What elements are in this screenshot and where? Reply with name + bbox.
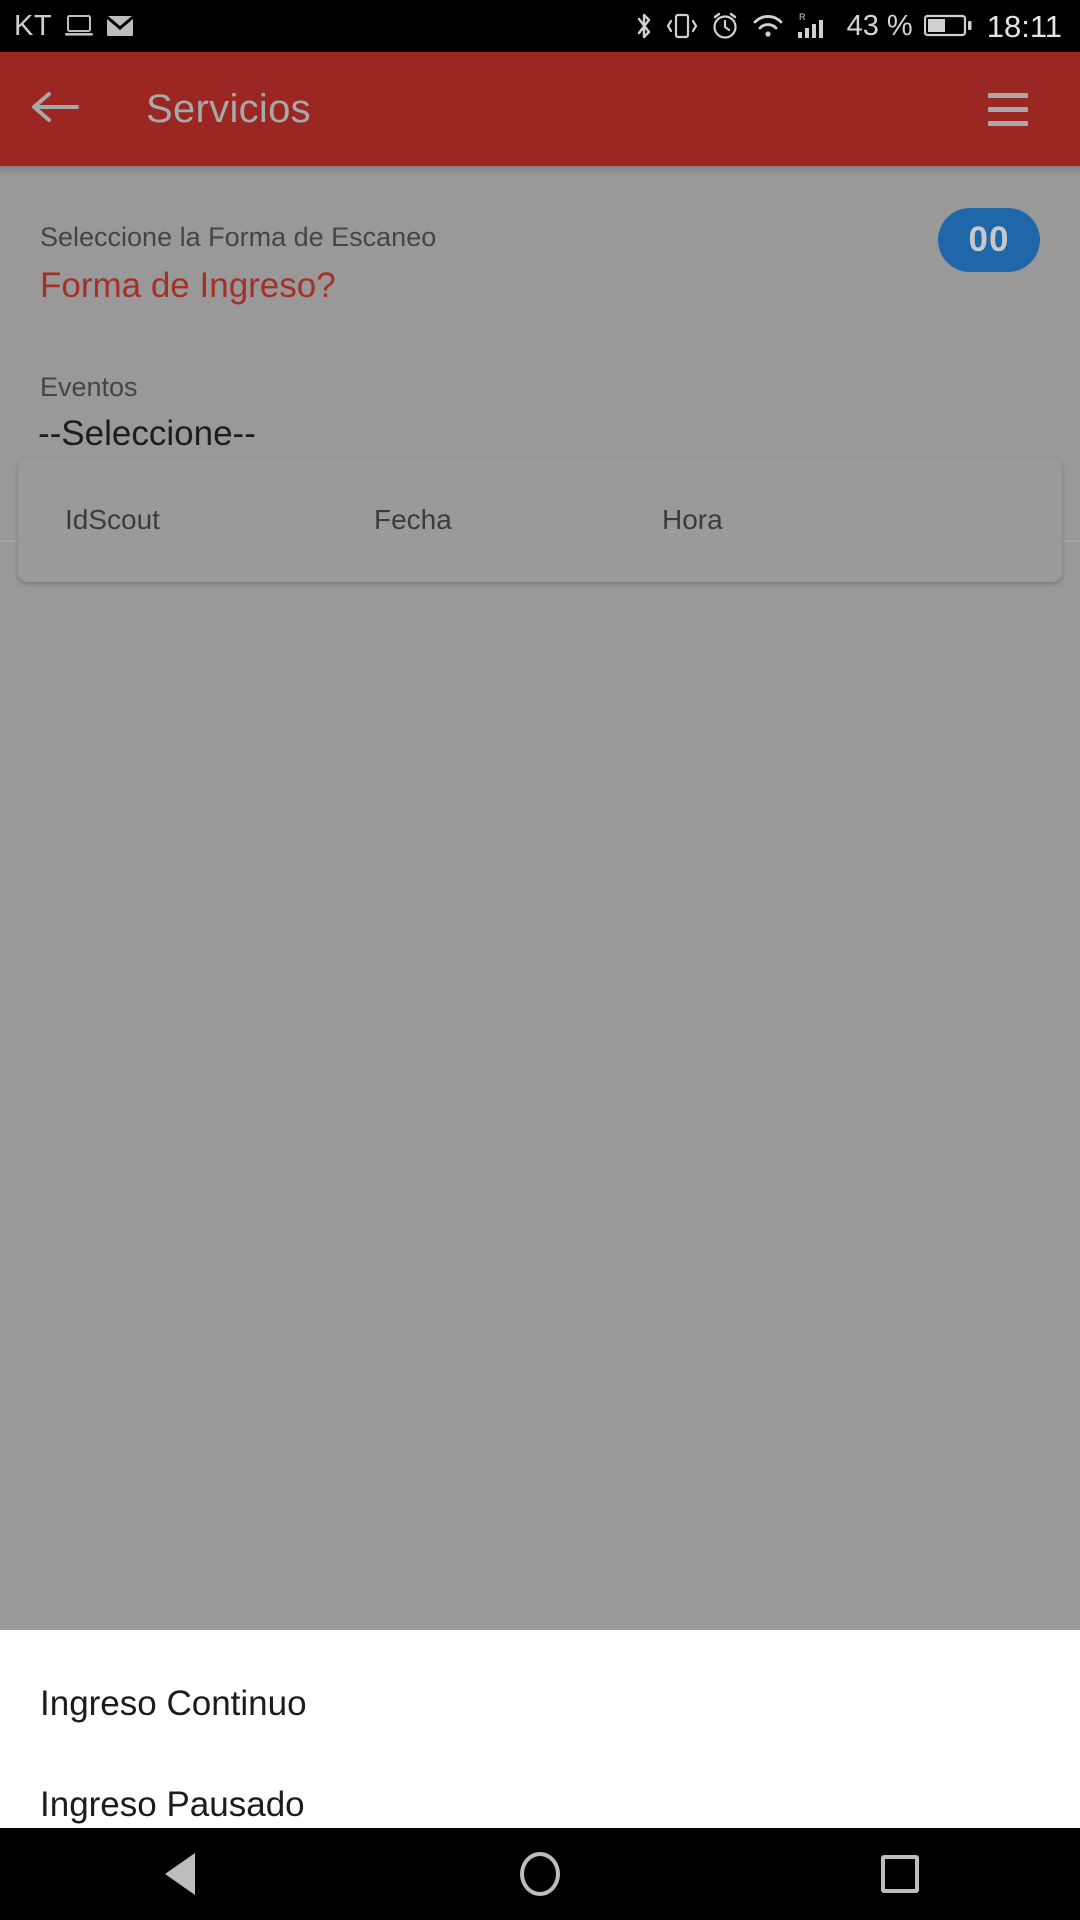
- table-column-header-idscout: IdScout: [65, 504, 160, 535]
- hamburger-menu-icon[interactable]: [964, 52, 1052, 166]
- vibrate-icon: [665, 10, 699, 42]
- nav-back-icon: [165, 1853, 195, 1895]
- scan-mode-value[interactable]: Forma de Ingreso?: [40, 266, 336, 306]
- dialog-option-ingreso-pausado[interactable]: Ingreso Pausado: [40, 1785, 305, 1825]
- gmail-icon: [106, 14, 135, 38]
- menu-bar-1: [988, 92, 1028, 98]
- table-column-header-fecha: Fecha: [374, 504, 452, 535]
- alarm-icon: [710, 11, 740, 41]
- scout-table-card: IdScout Fecha Hora: [18, 458, 1062, 582]
- status-bar-right: R 43 % 18:11: [634, 10, 1062, 42]
- menu-bar-3: [988, 120, 1028, 126]
- nav-recents-icon: [881, 1855, 919, 1893]
- bluetooth-icon: [634, 10, 654, 42]
- nav-home-icon: [520, 1852, 560, 1896]
- back-button[interactable]: [0, 52, 110, 166]
- table-header-row: IdScout Fecha Hora: [18, 458, 1062, 582]
- laptop-cast-icon: [64, 13, 94, 39]
- scan-mode-label: Seleccione la Forma de Escaneo: [40, 222, 437, 252]
- option-dialog: Ingreso Continuo Ingreso Pausado: [0, 1630, 1080, 1828]
- main-content-scrim: Seleccione la Forma de Escaneo Forma de …: [0, 166, 1080, 1630]
- status-bar: KT R 43 % 18:11: [0, 0, 1080, 52]
- android-nav-bar: [0, 1828, 1080, 1920]
- cell-signal-roaming-icon: R: [796, 10, 836, 42]
- carrier-label: KT: [14, 9, 53, 42]
- battery-icon: [923, 13, 972, 39]
- nav-recents-button[interactable]: [810, 1828, 990, 1920]
- nav-home-button[interactable]: [450, 1828, 630, 1920]
- svg-text:R: R: [799, 12, 806, 22]
- wifi-icon: [751, 12, 785, 40]
- counter-badge: 00: [938, 208, 1040, 272]
- app-bar: Servicios: [0, 52, 1080, 166]
- page-title: Servicios: [146, 86, 311, 131]
- battery-percent-label: 43 %: [846, 9, 913, 42]
- table-column-header-hora: Hora: [662, 504, 723, 535]
- menu-bar-2: [988, 106, 1028, 112]
- events-label: Eventos: [40, 372, 138, 402]
- status-bar-left: KT: [14, 9, 135, 42]
- phone-screen: KT R 43 % 18:11 Servicios Seleccione la …: [0, 0, 1080, 1920]
- dialog-option-ingreso-continuo[interactable]: Ingreso Continuo: [40, 1684, 307, 1724]
- nav-back-button[interactable]: [90, 1828, 270, 1920]
- events-spinner-value[interactable]: --Seleccione--: [38, 414, 256, 454]
- clock-label: 18:11: [986, 8, 1062, 44]
- arrow-left-icon: [29, 87, 81, 132]
